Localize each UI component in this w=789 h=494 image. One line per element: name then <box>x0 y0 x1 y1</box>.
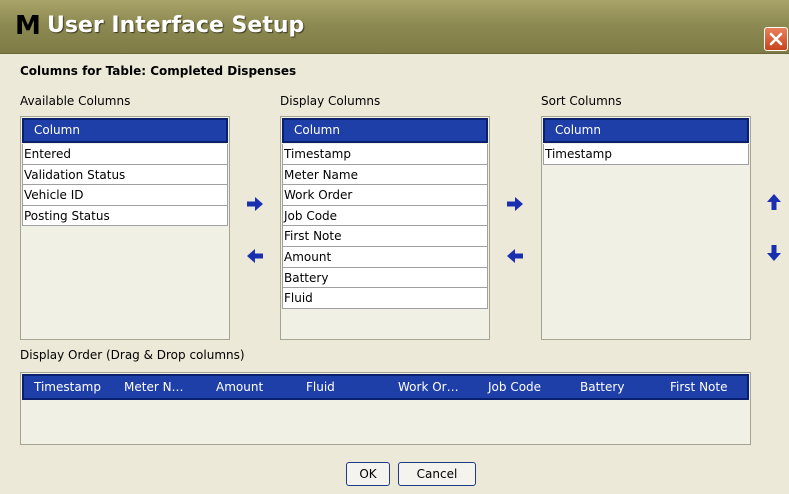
arrow-up-icon[interactable] <box>766 193 782 211</box>
display-order-column[interactable]: Work Or… <box>398 376 459 398</box>
list-item[interactable]: Job Code <box>282 205 488 227</box>
available-columns-label: Available Columns <box>20 94 131 108</box>
list-item[interactable]: Timestamp <box>282 144 488 165</box>
display-order-column[interactable]: Timestamp <box>34 376 101 398</box>
app-logo: M <box>15 11 41 41</box>
close-button[interactable] <box>764 27 788 51</box>
sort-columns-list[interactable]: Column Timestamp <box>541 116 751 340</box>
arrow-right-icon[interactable] <box>506 196 524 212</box>
list-item[interactable]: First Note <box>282 226 488 247</box>
list-item[interactable]: Battery <box>282 267 488 289</box>
sort-column-header[interactable]: Column <box>543 118 749 143</box>
display-order-column[interactable]: First Note <box>670 376 727 398</box>
list-item[interactable]: Timestamp <box>543 144 749 165</box>
title-bar[interactable]: M User Interface Setup <box>0 0 789 54</box>
display-order-column[interactable]: Battery <box>580 376 624 398</box>
list-item[interactable]: Vehicle ID <box>22 185 228 206</box>
close-icon <box>769 32 783 46</box>
display-order-table[interactable]: Timestamp Meter N… Amount Fluid Work Or…… <box>20 372 751 445</box>
list-item[interactable]: Validation Status <box>22 164 228 186</box>
arrow-left-icon[interactable] <box>246 248 264 264</box>
sort-columns-label: Sort Columns <box>541 94 622 108</box>
list-item[interactable]: Meter Name <box>282 164 488 186</box>
available-column-header[interactable]: Column <box>22 118 228 143</box>
display-order-column[interactable]: Amount <box>216 376 263 398</box>
list-item[interactable]: Entered <box>22 144 228 165</box>
display-order-header: Timestamp Meter N… Amount Fluid Work Or…… <box>22 374 749 400</box>
arrow-down-icon[interactable] <box>766 244 782 262</box>
list-item[interactable]: Posting Status <box>22 205 228 227</box>
display-order-column[interactable]: Job Code <box>488 376 541 398</box>
display-columns-label: Display Columns <box>280 94 381 108</box>
display-column-header[interactable]: Column <box>282 118 488 143</box>
display-order-column[interactable]: Fluid <box>306 376 335 398</box>
list-item[interactable]: Amount <box>282 246 488 268</box>
list-item[interactable]: Fluid <box>282 288 488 309</box>
cancel-button[interactable]: Cancel <box>398 462 476 486</box>
display-columns-list[interactable]: Column Timestamp Meter Name Work Order Job … <box>280 116 490 340</box>
display-order-column[interactable]: Meter N… <box>124 376 184 398</box>
available-columns-list[interactable]: Column Entered Validation Status Vehicle I… <box>20 116 230 340</box>
section-title: Columns for Table: Completed Dispenses <box>20 64 297 78</box>
arrow-right-icon[interactable] <box>246 196 264 212</box>
display-order-label: Display Order (Drag & Drop columns) <box>20 348 245 362</box>
ok-button[interactable]: OK <box>346 462 390 486</box>
arrow-left-icon[interactable] <box>506 248 524 264</box>
window-title: User Interface Setup <box>47 13 305 38</box>
user-interface-setup-dialog: M User Interface Setup Columns for Table… <box>0 0 789 494</box>
list-item[interactable]: Work Order <box>282 185 488 206</box>
